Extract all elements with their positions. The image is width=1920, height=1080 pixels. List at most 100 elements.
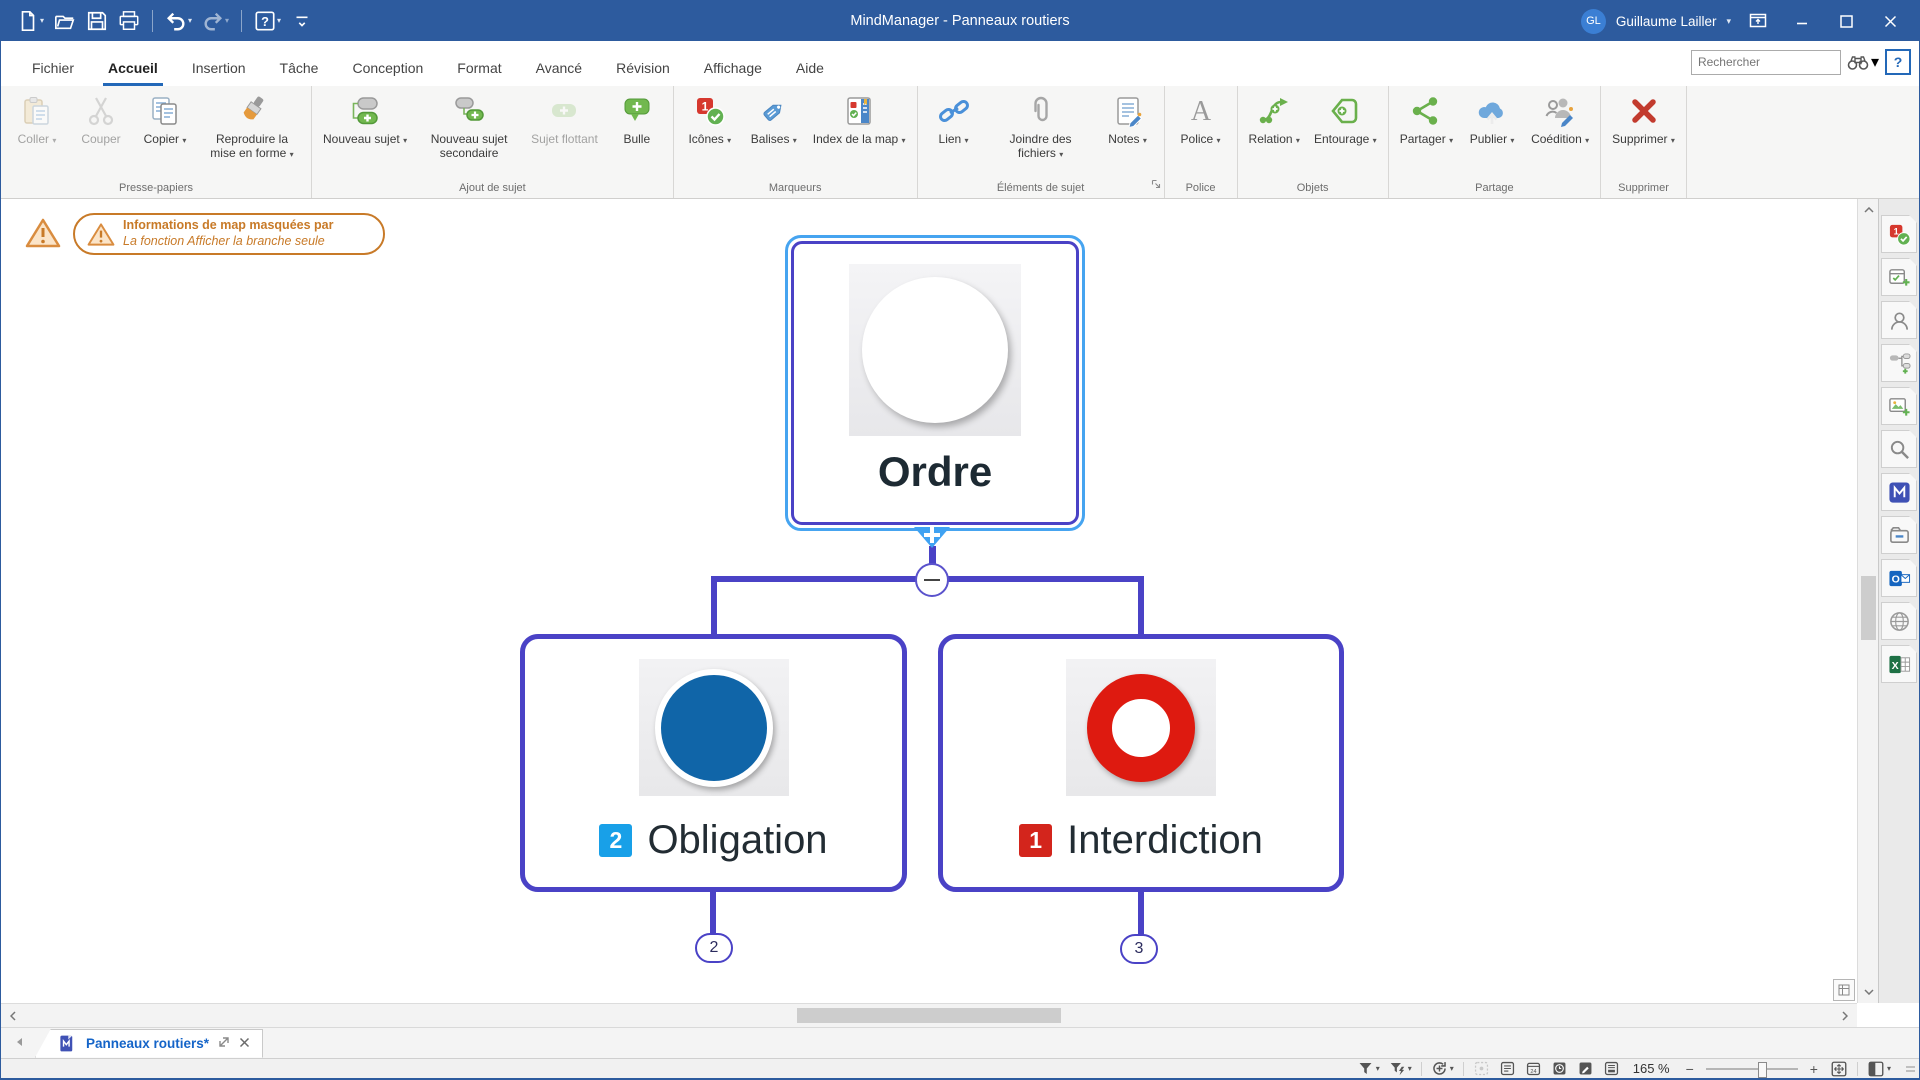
tab-avance[interactable]: Avancé [519, 60, 599, 86]
ribbon-button-partager[interactable]: Partager ▾ [1393, 88, 1460, 146]
ribbon-button-coedition[interactable]: Coédition ▾ [1524, 88, 1596, 146]
collapse-branch-toggle[interactable] [915, 563, 949, 597]
save-icon[interactable] [82, 7, 112, 35]
map-canvas[interactable]: Informations de map masquées par La fonc… [1, 199, 1857, 1003]
outline-view-icon[interactable] [1499, 1060, 1516, 1077]
new-document-icon[interactable]: ▾ [13, 7, 48, 35]
search-pane-icon[interactable] [1881, 430, 1917, 468]
ribbon-button-reproduire-la-mise-en-forme[interactable]: Reproduire la mise en forme ▾ [197, 88, 307, 161]
topic-ordre[interactable]: Ordre [791, 241, 1079, 525]
close-button[interactable] [1873, 7, 1907, 35]
redo-icon[interactable]: ▾ [198, 7, 233, 35]
icon-markers-pane-icon[interactable]: 1 [1881, 215, 1917, 253]
dropdown-caret-icon[interactable]: ▾ [225, 17, 229, 25]
priority-badge[interactable]: 2 [599, 824, 632, 857]
dropdown-caret-icon[interactable]: ▾ [1887, 1064, 1891, 1073]
tab-tache[interactable]: Tâche [263, 60, 336, 86]
fit-map-icon[interactable] [1830, 1060, 1848, 1078]
binoculars-icon[interactable]: ▾ [1847, 52, 1879, 72]
ribbon-button-lien[interactable]: Lien ▾ [922, 88, 986, 146]
ribbon-button-bulle[interactable]: Bulle [605, 88, 669, 146]
ribbon-button-balises[interactable]: Balises ▾ [742, 88, 806, 146]
ribbon-button-copier[interactable]: Copier ▾ [133, 88, 197, 146]
horizontal-scroll-thumb[interactable] [797, 1008, 1061, 1023]
ribbon-button-coller[interactable]: Coller ▾ [5, 88, 69, 146]
zoom-slider[interactable] [1706, 1062, 1798, 1076]
horizontal-scrollbar[interactable] [1, 1003, 1857, 1027]
topic-obligation[interactable]: 2 Obligation [520, 634, 907, 892]
minimize-button[interactable] [1785, 7, 1819, 35]
vertical-scrollbar[interactable] [1857, 199, 1879, 1003]
maximize-button[interactable] [1829, 7, 1863, 35]
scroll-down-icon[interactable] [1858, 981, 1879, 1003]
files-pane-icon[interactable] [1881, 516, 1917, 554]
tab-insertion[interactable]: Insertion [175, 60, 263, 86]
tab-fichier[interactable]: Fichier [15, 60, 91, 86]
zoom-in-button[interactable]: + [1807, 1061, 1821, 1077]
whiteboard-view-icon[interactable] [1577, 1060, 1594, 1077]
snap-pane-icon[interactable] [1881, 473, 1917, 511]
tab-revision[interactable]: Révision [599, 60, 687, 86]
dropdown-caret-icon[interactable]: ▾ [277, 17, 281, 25]
avatar[interactable]: GL [1581, 9, 1606, 34]
excel-pane-icon[interactable]: X [1881, 645, 1917, 683]
help-icon[interactable]: ?▾ [250, 7, 285, 35]
tab-detach-icon[interactable] [218, 1035, 230, 1053]
schedule-view-icon[interactable]: 24 [1525, 1060, 1542, 1077]
ribbon-button-sujet-flottant[interactable]: Sujet flottant [524, 88, 605, 146]
help-button[interactable]: ? [1885, 49, 1911, 75]
dropdown-caret-icon[interactable]: ▾ [1376, 1064, 1380, 1073]
dropdown-caret-icon[interactable]: ▾ [1450, 1064, 1454, 1073]
dropdown-caret-icon[interactable]: ▾ [40, 17, 44, 25]
print-icon[interactable] [114, 7, 144, 35]
tab-affichage[interactable]: Affichage [687, 60, 779, 86]
center-map-icon[interactable] [1473, 1060, 1490, 1077]
browser-pane-icon[interactable] [1881, 602, 1917, 640]
slides-view-icon[interactable] [1603, 1060, 1620, 1077]
resources-pane-icon[interactable] [1881, 301, 1917, 339]
outlook-pane-icon[interactable]: O [1881, 559, 1917, 597]
search-box[interactable]: ▾ [1691, 50, 1841, 75]
tab-close-icon[interactable] [239, 1035, 250, 1053]
power-filter-icon[interactable]: ▾ [1389, 1060, 1412, 1077]
search-input[interactable] [1692, 55, 1859, 69]
document-tab[interactable]: Panneaux routiers* [35, 1029, 263, 1058]
user-name[interactable]: Guillaume Lailler [1616, 14, 1717, 29]
zoom-slider-thumb[interactable] [1758, 1062, 1767, 1078]
ribbon-button-entourage[interactable]: Entourage ▾ [1307, 88, 1384, 146]
ribbon-button-police[interactable]: APolice ▾ [1169, 88, 1233, 146]
ribbon-button-icones[interactable]: 1Icônes ▾ [678, 88, 742, 146]
ribbon-button-nouveau-sujet[interactable]: Nouveau sujet ▾ [316, 88, 414, 146]
undo-icon[interactable]: ▾ [161, 7, 196, 35]
tab-format[interactable]: Format [440, 60, 518, 86]
filter-icon[interactable]: ▾ [1357, 1060, 1380, 1077]
ribbon-button-publier[interactable]: Publier ▾ [1460, 88, 1524, 146]
priority-badge[interactable]: 1 [1019, 824, 1052, 857]
ribbon-button-relation[interactable]: Relation ▾ [1242, 88, 1307, 146]
tab-scroll-left-icon[interactable] [15, 1034, 23, 1052]
binoculars-caret-icon[interactable]: ▾ [1871, 52, 1879, 72]
scroll-up-icon[interactable] [1858, 199, 1879, 221]
timeline-view-icon[interactable] [1551, 1060, 1568, 1077]
dropdown-caret-icon[interactable]: ▾ [1408, 1064, 1412, 1073]
map-parts-pane-icon[interactable] [1881, 344, 1917, 382]
scroll-right-icon[interactable] [1833, 1004, 1857, 1027]
add-subtopic-handle[interactable] [914, 527, 950, 548]
resize-grip[interactable] [1906, 1066, 1915, 1072]
scroll-left-icon[interactable] [1, 1004, 25, 1027]
topic-interdiction[interactable]: 1 Interdiction [938, 634, 1344, 892]
ribbon-display-options-icon[interactable] [1741, 7, 1775, 35]
ribbon-button-supprimer[interactable]: Supprimer ▾ [1605, 88, 1682, 146]
refresh-icon[interactable]: ▾ [1431, 1060, 1454, 1077]
view-layout-icon[interactable]: ▾ [1867, 1060, 1891, 1078]
ribbon-button-index-de-la-map[interactable]: Index de la map ▾ [806, 88, 913, 146]
ribbon-button-nouveau-sujet-secondaire[interactable]: Nouveau sujet secondaire [414, 88, 524, 161]
open-icon[interactable] [50, 7, 80, 35]
tab-accueil[interactable]: Accueil [91, 60, 175, 86]
map-warning-banner[interactable]: Informations de map masquées par La fonc… [73, 213, 385, 255]
tab-aide[interactable]: Aide [779, 60, 841, 86]
map-overview-button[interactable] [1833, 979, 1855, 1001]
ribbon-button-joindre-des-fichiers[interactable]: Joindre des fichiers ▾ [986, 88, 1096, 161]
user-menu-caret-icon[interactable]: ▾ [1726, 16, 1731, 27]
customize-quick-access-icon[interactable] [287, 7, 317, 35]
